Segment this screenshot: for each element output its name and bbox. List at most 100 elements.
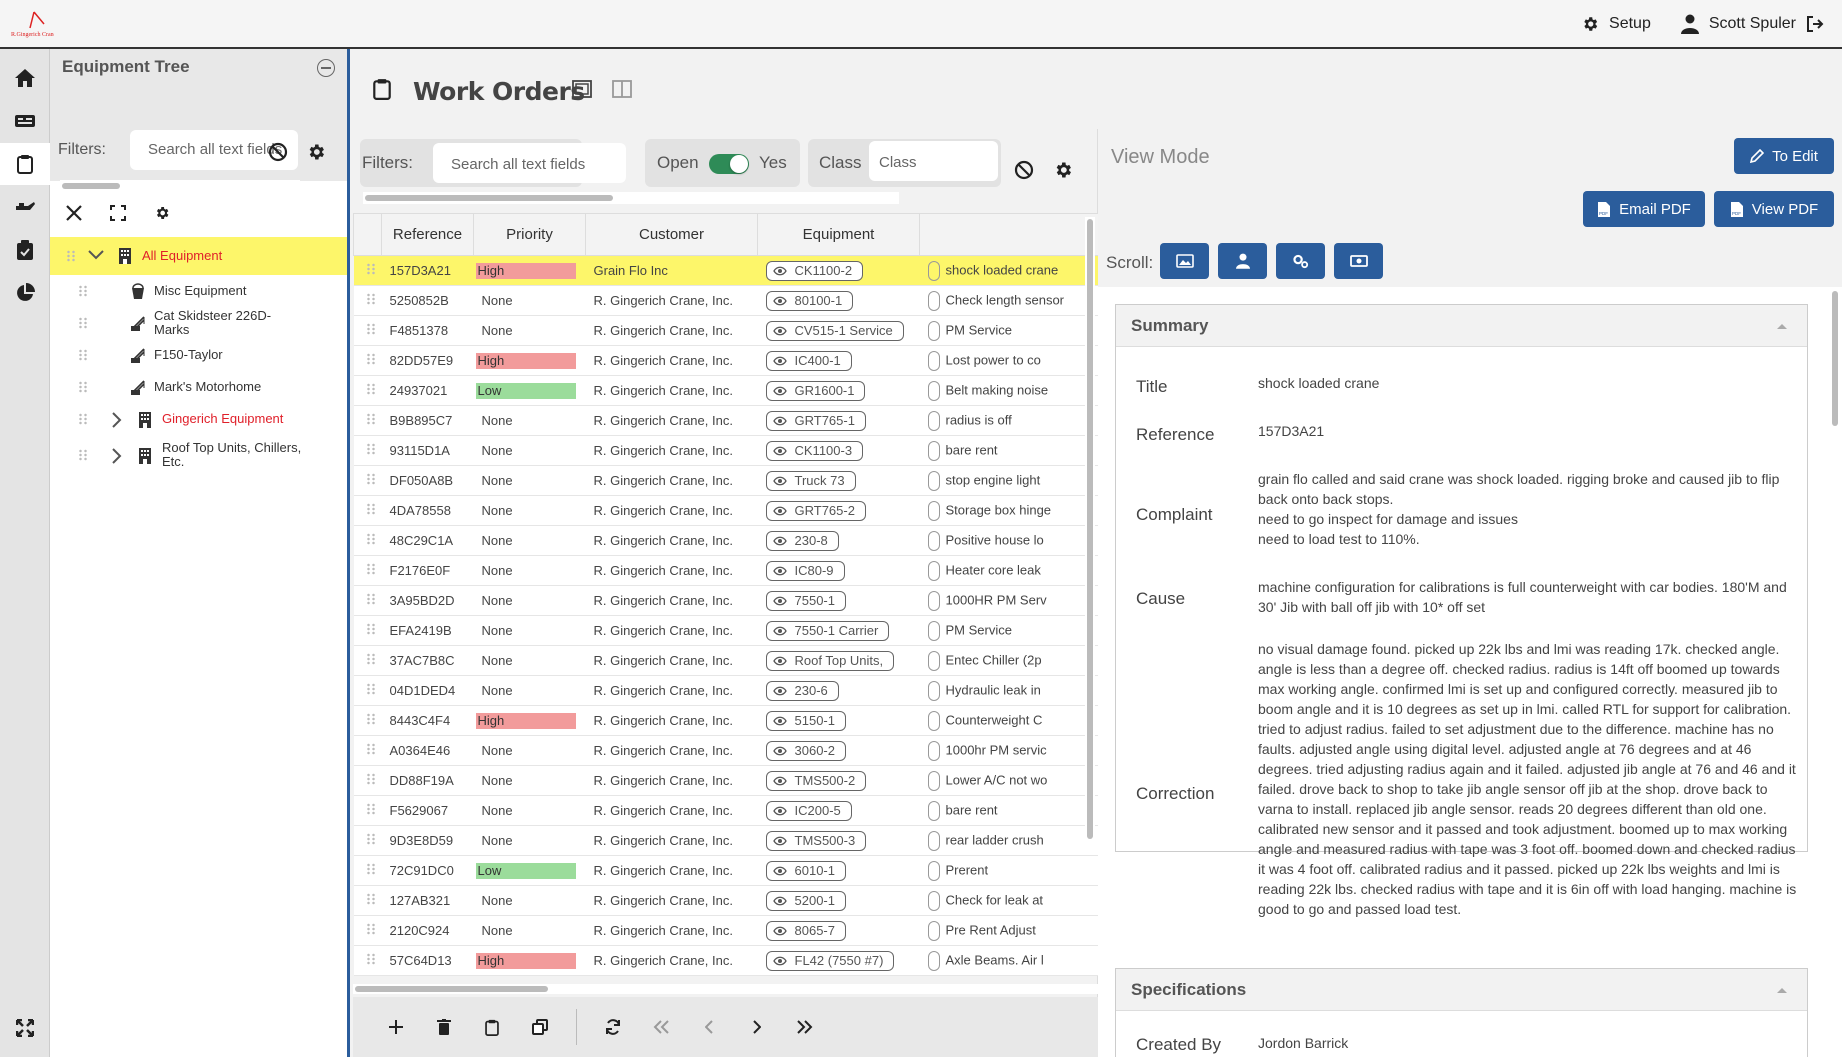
table-row[interactable]: 82DD57E9 High R. Gingerich Crane, Inc. IC40…	[353, 345, 1099, 376]
table-row[interactable]: B9B895C7 None R. Gingerich Crane, Inc. GRT7…	[353, 405, 1099, 436]
drag-handle-icon[interactable]	[365, 503, 376, 515]
grid-settings-icon[interactable]	[1053, 160, 1073, 180]
first-page-button[interactable]	[637, 1020, 685, 1034]
equipment-link[interactable]: GRT765-2	[765, 500, 866, 521]
tree-settings-icon[interactable]	[306, 142, 326, 162]
row-drag-cell[interactable]	[353, 825, 382, 856]
table-row[interactable]: DD88F19A None R. Gingerich Crane, Inc. TMS5…	[353, 765, 1099, 796]
description-toggle[interactable]	[927, 470, 940, 491]
equipment-link[interactable]: 5150-1	[765, 710, 846, 731]
table-row[interactable]: A0364E46 None R. Gingerich Crane, Inc. 3060…	[353, 735, 1099, 766]
filter-scrollbar[interactable]	[363, 192, 899, 204]
equipment-link[interactable]: 3060-2	[765, 740, 846, 761]
description-toggle[interactable]	[927, 830, 940, 851]
view-pdf-button[interactable]: PDF View PDF	[1714, 191, 1834, 227]
table-row[interactable]: 3A95BD2D None R. Gingerich Crane, Inc. 7550…	[353, 585, 1099, 616]
row-drag-cell[interactable]	[353, 765, 382, 796]
drag-handle-icon[interactable]	[365, 953, 376, 965]
drag-handle-icon[interactable]	[365, 743, 376, 755]
tree-item[interactable]: Gingerich Equipment	[50, 403, 347, 435]
row-drag-cell[interactable]	[353, 945, 382, 976]
email-pdf-button[interactable]: PDF Email PDF	[1583, 191, 1705, 227]
row-drag-cell[interactable]	[353, 675, 382, 706]
table-row[interactable]: 2120C924 None R. Gingerich Crane, Inc. 8065…	[353, 915, 1099, 946]
table-row[interactable]: EFA2419B None R. Gingerich Crane, Inc. 7550…	[353, 615, 1099, 646]
to-edit-button[interactable]: To Edit	[1734, 138, 1834, 174]
chevron-right-icon[interactable]	[112, 448, 122, 464]
expand-nav[interactable]	[0, 1007, 50, 1049]
description-toggle[interactable]	[927, 380, 940, 401]
description-toggle[interactable]	[927, 860, 940, 881]
tree-item[interactable]: Roof Top Units, Chillers, Etc.	[50, 435, 347, 475]
row-drag-cell[interactable]	[353, 555, 382, 586]
drag-handle-icon[interactable]	[78, 349, 88, 361]
description-toggle[interactable]	[927, 890, 940, 911]
equipment-link[interactable]: Roof Top Units,	[765, 650, 895, 671]
logout-icon[interactable]	[1806, 15, 1824, 33]
equipment-link[interactable]: TMS500-3	[765, 830, 867, 851]
search-input[interactable]: Search all text fields	[433, 143, 626, 183]
drag-handle-icon[interactable]	[365, 443, 376, 455]
description-toggle[interactable]	[927, 920, 940, 941]
scroll-to-images-button[interactable]	[1160, 243, 1209, 279]
description-toggle[interactable]	[927, 740, 940, 761]
drag-handle-icon[interactable]	[365, 593, 376, 605]
row-drag-cell[interactable]	[353, 585, 382, 616]
setup-button[interactable]: Setup	[1581, 15, 1651, 33]
equipment-link[interactable]: 230-8	[765, 530, 839, 551]
drag-handle-icon[interactable]	[365, 293, 376, 305]
previous-page-button[interactable]	[699, 1020, 719, 1034]
row-drag-cell[interactable]	[353, 735, 382, 766]
equipment-link[interactable]: Truck 73	[765, 470, 856, 491]
dashboard-nav[interactable]	[0, 100, 50, 142]
equipment-link[interactable]: 8065-7	[765, 920, 846, 941]
drag-handle-icon[interactable]	[365, 863, 376, 875]
equipment-link[interactable]: 230-6	[765, 680, 839, 701]
table-row[interactable]: 5250852B None R. Gingerich Crane, Inc. 8010…	[353, 285, 1099, 316]
drag-handle-icon[interactable]	[365, 803, 376, 815]
work-orders-nav[interactable]	[0, 143, 50, 185]
row-drag-cell[interactable]	[353, 795, 382, 826]
table-row[interactable]: F5629067 None R. Gingerich Crane, Inc. IC20…	[353, 795, 1099, 826]
table-row[interactable]: F2176E0F None R. Gingerich Crane, Inc. IC80…	[353, 555, 1099, 586]
table-row[interactable]: 93115D1A None R. Gingerich Crane, Inc. CK11…	[353, 435, 1099, 466]
column-header-priority[interactable]: Priority	[473, 213, 586, 256]
row-drag-cell[interactable]	[353, 405, 382, 436]
minimize-icon[interactable]	[317, 59, 335, 77]
tree-item[interactable]: All Equipment	[50, 237, 347, 275]
drag-handle-icon[interactable]	[365, 383, 376, 395]
table-row[interactable]: F4851378 None R. Gingerich Crane, Inc. CV51…	[353, 315, 1099, 346]
equipment-link[interactable]: 7550-1 Carrier	[765, 620, 890, 641]
expand-all-icon[interactable]	[110, 205, 126, 221]
description-toggle[interactable]	[927, 500, 940, 521]
drag-handle-icon[interactable]	[365, 773, 376, 785]
drag-handle-icon[interactable]	[365, 833, 376, 845]
description-toggle[interactable]	[927, 440, 940, 461]
table-row[interactable]: 157D3A21 High Grain Flo Inc CK1100-2 shock l…	[353, 255, 1099, 286]
column-header-customer[interactable]: Customer	[585, 213, 758, 256]
drag-handle-icon[interactable]	[365, 323, 376, 335]
description-toggle[interactable]	[927, 320, 940, 341]
user-menu[interactable]: Scott Spuler	[1680, 14, 1824, 34]
equipment-link[interactable]: 5200-1	[765, 890, 846, 911]
drag-handle-icon[interactable]	[365, 713, 376, 725]
tree-item[interactable]: Misc Equipment	[50, 275, 347, 307]
drag-handle-icon[interactable]	[78, 381, 88, 393]
class-input[interactable]: Class	[869, 141, 998, 181]
grid-horizontal-scrollbar[interactable]	[353, 984, 1098, 994]
description-toggle[interactable]	[927, 770, 940, 791]
row-drag-cell[interactable]	[353, 525, 382, 556]
clipboard-button[interactable]	[468, 1019, 516, 1036]
scroll-to-billing-button[interactable]	[1334, 243, 1383, 279]
split-pane-icon[interactable]	[612, 80, 632, 98]
scroll-to-settings-button[interactable]	[1276, 243, 1325, 279]
row-drag-cell[interactable]	[353, 285, 382, 316]
row-drag-cell[interactable]	[353, 885, 382, 916]
tree-item[interactable]: Cat Skidsteer 226D- Marks	[50, 307, 347, 339]
row-drag-cell[interactable]	[353, 375, 382, 406]
row-drag-cell[interactable]	[353, 705, 382, 736]
description-toggle[interactable]	[927, 620, 940, 641]
drag-handle-icon[interactable]	[365, 533, 376, 545]
table-row[interactable]: DF050A8B None R. Gingerich Crane, Inc. Truc…	[353, 465, 1099, 496]
table-row[interactable]: 8443C4F4 High R. Gingerich Crane, Inc. 5150…	[353, 705, 1099, 736]
